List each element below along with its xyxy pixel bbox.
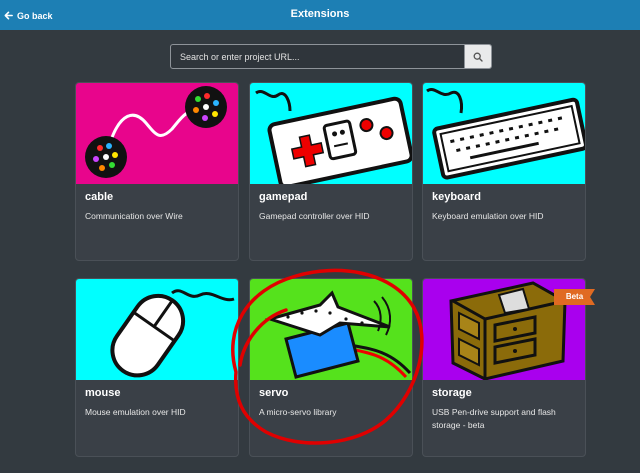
extension-card-mouse[interactable]: mouse Mouse emulation over HID [75,278,239,457]
search-box [170,44,492,69]
top-bar: Go back Extensions [0,0,640,30]
card-description: Keyboard emulation over HID [432,211,544,221]
card-description: Mouse emulation over HID [85,407,186,417]
extension-card-servo[interactable]: servo A micro-servo library [249,278,413,457]
servo-image [250,279,412,380]
card-title: keyboard [432,191,481,203]
beta-badge: Beta [554,289,595,305]
card-title: storage [432,387,472,399]
card-title: servo [259,387,289,399]
mouse-image [76,279,238,380]
extension-card-cable[interactable]: cable Communication over Wire [75,82,239,261]
card-title: mouse [85,387,121,399]
card-description: A micro-servo library [259,407,337,417]
search-input[interactable] [171,45,466,68]
page-title: Extensions [290,8,350,20]
cable-image [76,83,238,184]
extension-card-gamepad[interactable]: gamepad Gamepad controller over HID [249,82,413,261]
card-description: Gamepad controller over HID [259,211,370,221]
search-button[interactable] [464,45,491,68]
extension-card-keyboard[interactable]: keyboard Keyboard emulation over HID [422,82,586,261]
card-description: Communication over Wire [85,211,183,221]
card-description: USB Pen-drive support and flash storage … [432,407,556,430]
card-title: cable [85,191,114,203]
keyboard-image [423,83,585,184]
card-title: gamepad [259,191,308,203]
search-icon [473,52,483,62]
gamepad-image [250,83,412,184]
